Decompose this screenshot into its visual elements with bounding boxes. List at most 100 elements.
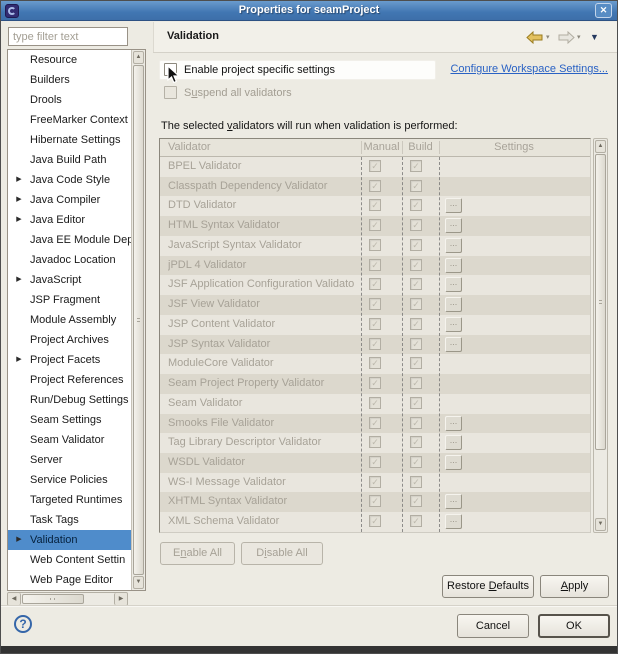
- manual-checkbox[interactable]: ✓: [369, 180, 381, 192]
- validator-row[interactable]: XHTML Syntax Validator ✓ ✓ ...: [160, 492, 590, 512]
- tree-item[interactable]: ▶ Web Content Settin: [8, 550, 131, 570]
- tree-item[interactable]: ▶ Server: [8, 450, 131, 470]
- validator-row[interactable]: WS-I Message Validator ✓ ✓ ...: [160, 473, 590, 493]
- build-checkbox[interactable]: ✓: [410, 456, 422, 468]
- validator-row[interactable]: HTML Syntax Validator ✓ ✓ ...: [160, 216, 590, 236]
- manual-checkbox[interactable]: ✓: [369, 495, 381, 507]
- settings-ellipsis-button[interactable]: ...: [445, 258, 462, 273]
- build-checkbox[interactable]: ✓: [410, 436, 422, 448]
- restore-defaults-button[interactable]: Restore Defaults: [442, 575, 534, 598]
- cancel-button[interactable]: Cancel: [457, 614, 529, 638]
- manual-checkbox[interactable]: ✓: [369, 199, 381, 211]
- back-dropdown-chevron-icon[interactable]: ▾: [546, 33, 550, 41]
- validator-row[interactable]: Tag Library Descriptor Validator ✓ ✓ ...: [160, 433, 590, 453]
- settings-ellipsis-button[interactable]: ...: [445, 514, 462, 529]
- validator-row[interactable]: XML Schema Validator ✓ ✓ ...: [160, 512, 590, 532]
- settings-ellipsis-button[interactable]: ...: [445, 435, 462, 450]
- build-checkbox[interactable]: ✓: [410, 515, 422, 527]
- ok-button[interactable]: OK: [538, 614, 610, 638]
- close-button[interactable]: ✕: [595, 3, 612, 18]
- manual-checkbox[interactable]: ✓: [369, 357, 381, 369]
- manual-checkbox[interactable]: ✓: [369, 417, 381, 429]
- build-checkbox[interactable]: ✓: [410, 318, 422, 330]
- manual-checkbox[interactable]: ✓: [369, 259, 381, 271]
- manual-checkbox[interactable]: ✓: [369, 160, 381, 172]
- tree-vertical-scrollbar[interactable]: ▲ ▼: [131, 50, 145, 590]
- validator-row[interactable]: JSP Syntax Validator ✓ ✓ ...: [160, 335, 590, 355]
- manual-checkbox[interactable]: ✓: [369, 456, 381, 468]
- validator-row[interactable]: Classpath Dependency Validator ✓ ✓ ...: [160, 177, 590, 197]
- build-checkbox[interactable]: ✓: [410, 495, 422, 507]
- tree-scrollbar-thumb[interactable]: [133, 65, 144, 575]
- validator-row[interactable]: DTD Validator ✓ ✓ ...: [160, 196, 590, 216]
- tree-item[interactable]: ▶ Drools: [8, 90, 131, 110]
- scroll-left-icon[interactable]: ◀: [8, 593, 21, 605]
- settings-ellipsis-button[interactable]: ...: [445, 297, 462, 312]
- build-checkbox[interactable]: ✓: [410, 397, 422, 409]
- settings-ellipsis-button[interactable]: ...: [445, 416, 462, 431]
- build-checkbox[interactable]: ✓: [410, 219, 422, 231]
- validator-row[interactable]: Seam Validator ✓ ✓ ...: [160, 394, 590, 414]
- tree-item[interactable]: ▶ Project Facets: [8, 350, 131, 370]
- back-icon[interactable]: [526, 31, 544, 44]
- validator-row[interactable]: ModuleCore Validator ✓ ✓ ...: [160, 354, 590, 374]
- settings-ellipsis-button[interactable]: ...: [445, 494, 462, 509]
- expand-arrow-icon[interactable]: ▶: [13, 210, 25, 230]
- tree-item[interactable]: ▶ Project Archives: [8, 330, 131, 350]
- tree-item[interactable]: ▶ Service Policies: [8, 470, 131, 490]
- tree-hscrollbar-thumb[interactable]: [22, 594, 84, 604]
- settings-ellipsis-button[interactable]: ...: [445, 455, 462, 470]
- build-checkbox[interactable]: ✓: [410, 298, 422, 310]
- tree-item[interactable]: ▶ Hibernate Settings: [8, 130, 131, 150]
- scroll-up-icon[interactable]: ▲: [133, 51, 144, 64]
- manual-checkbox[interactable]: ✓: [369, 397, 381, 409]
- manual-checkbox[interactable]: ✓: [369, 219, 381, 231]
- validator-row[interactable]: Seam Project Property Validator ✓ ✓ ...: [160, 374, 590, 394]
- manual-checkbox[interactable]: ✓: [369, 239, 381, 251]
- tree-item[interactable]: ▶ Java Build Path: [8, 150, 131, 170]
- settings-ellipsis-button[interactable]: ...: [445, 198, 462, 213]
- build-checkbox[interactable]: ✓: [410, 180, 422, 192]
- tree-item[interactable]: ▶ Seam Validator: [8, 430, 131, 450]
- tree-item[interactable]: ▶ Java EE Module Dep: [8, 230, 131, 250]
- validator-row[interactable]: WSDL Validator ✓ ✓ ...: [160, 453, 590, 473]
- validator-row[interactable]: Smooks File Validator ✓ ✓ ...: [160, 414, 590, 434]
- tree-item[interactable]: ▶ Module Assembly: [8, 310, 131, 330]
- settings-ellipsis-button[interactable]: ...: [445, 337, 462, 352]
- settings-ellipsis-button[interactable]: ...: [445, 317, 462, 332]
- tree-item[interactable]: ▶ FreeMarker Context: [8, 110, 131, 130]
- build-checkbox[interactable]: ✓: [410, 259, 422, 271]
- tree-item[interactable]: ▶ Task Tags: [8, 510, 131, 530]
- manual-checkbox[interactable]: ✓: [369, 298, 381, 310]
- manual-checkbox[interactable]: ✓: [369, 338, 381, 350]
- build-checkbox[interactable]: ✓: [410, 160, 422, 172]
- manual-checkbox[interactable]: ✓: [369, 278, 381, 290]
- table-vertical-scrollbar[interactable]: ▲ ▼: [593, 138, 608, 533]
- tree-item[interactable]: ▶ JSP Fragment: [8, 290, 131, 310]
- titlebar[interactable]: Properties for seamProject ✕: [1, 1, 617, 21]
- expand-arrow-icon[interactable]: ▶: [13, 350, 25, 370]
- tree-item[interactable]: ▶ Resource: [8, 50, 131, 70]
- build-checkbox[interactable]: ✓: [410, 239, 422, 251]
- tree-item[interactable]: ▶ Java Compiler: [8, 190, 131, 210]
- table-scrollbar-thumb[interactable]: [595, 154, 606, 450]
- tree-item[interactable]: ▶ Builders: [8, 70, 131, 90]
- tree-item[interactable]: ▶ Java Editor: [8, 210, 131, 230]
- build-checkbox[interactable]: ✓: [410, 357, 422, 369]
- configure-workspace-settings-link[interactable]: Configure Workspace Settings...: [450, 63, 608, 75]
- build-checkbox[interactable]: ✓: [410, 476, 422, 488]
- build-checkbox[interactable]: ✓: [410, 338, 422, 350]
- tree-item[interactable]: ▶ Targeted Runtimes: [8, 490, 131, 510]
- tree-item[interactable]: ▶ JavaScript: [8, 270, 131, 290]
- tree-horizontal-scrollbar[interactable]: ◀ ▶: [7, 592, 128, 606]
- validator-row[interactable]: jPDL 4 Validator ✓ ✓ ...: [160, 256, 590, 276]
- manual-checkbox[interactable]: ✓: [369, 377, 381, 389]
- help-button[interactable]: ?: [14, 615, 32, 633]
- scroll-right-icon[interactable]: ▶: [114, 593, 127, 605]
- build-checkbox[interactable]: ✓: [410, 278, 422, 290]
- manual-checkbox[interactable]: ✓: [369, 515, 381, 527]
- validator-row[interactable]: JSP Content Validator ✓ ✓ ...: [160, 315, 590, 335]
- tree-item[interactable]: ▶ Project References: [8, 370, 131, 390]
- expand-arrow-icon[interactable]: ▶: [13, 530, 25, 550]
- build-checkbox[interactable]: ✓: [410, 199, 422, 211]
